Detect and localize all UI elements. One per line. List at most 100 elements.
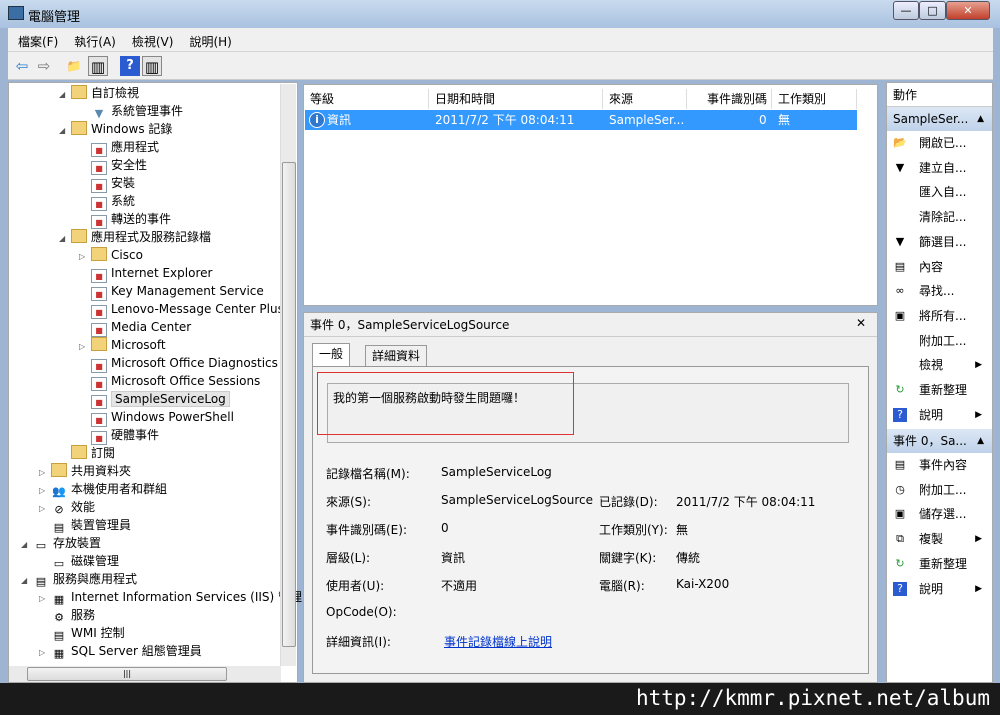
cell-level: 資訊 <box>327 113 352 127</box>
tree-item[interactable]: ⚙ 服務 <box>39 606 95 624</box>
expanded-arrow-icon[interactable]: ◢ <box>21 572 33 590</box>
tree-item[interactable]: ▷ Cisco <box>79 246 143 264</box>
tree-item[interactable]: ▷ 共用資料夾 <box>39 462 131 480</box>
minimize-button[interactable]: — <box>893 1 919 20</box>
tree-item[interactable]: ▭ 磁碟管理 <box>39 552 119 570</box>
actions-section-event[interactable]: 事件 0，Sa... ▲ <box>887 429 992 453</box>
forward-arrow-icon[interactable]: ⇨ <box>34 56 54 76</box>
expanded-arrow-icon[interactable]: ◢ <box>59 122 71 140</box>
action-item[interactable]: ▣ 將所有... <box>887 304 992 328</box>
action-item[interactable]: 📂 開啟已... <box>887 131 992 155</box>
action-item[interactable]: ▼ 篩選目... <box>887 230 992 254</box>
keywords-label: 關鍵字(K): <box>599 551 657 565</box>
menu-file[interactable]: 檔案(F) <box>8 28 64 50</box>
column-source[interactable]: 來源 <box>603 89 687 109</box>
help-icon[interactable]: ? <box>120 56 140 76</box>
action-item[interactable]: ∞ 尋找... <box>887 279 992 303</box>
tree-item[interactable]: ▷ Microsoft <box>79 336 166 354</box>
tree-item[interactable]: ■ Microsoft Office Sessions <box>79 372 261 391</box>
actions-title: 動作 <box>887 83 992 107</box>
tree-item[interactable]: ▷ ⊘ 效能 <box>39 498 95 516</box>
menu-action[interactable]: 執行(A) <box>64 28 122 50</box>
tree-item[interactable]: ■ 安全性 <box>79 156 147 175</box>
table-row[interactable]: i 資訊 2011/7/2 下午 08:04:11 SampleSer... 0… <box>305 110 857 130</box>
action-item[interactable]: ↻ 重新整理 <box>887 552 992 576</box>
tree-item[interactable]: ◢ ▤ 服務與應用程式 <box>21 570 137 588</box>
close-button[interactable]: ✕ <box>946 1 990 20</box>
action-item[interactable]: ? 說明 ▶ <box>887 403 992 427</box>
collapsed-arrow-icon[interactable]: ▷ <box>39 644 51 662</box>
tree-item[interactable]: ■ Microsoft Office Diagnostics <box>79 354 278 373</box>
tree-item[interactable]: 訂閱 <box>59 444 115 462</box>
tree-horizontal-scrollbar[interactable]: ||| <box>9 666 281 682</box>
tree-item[interactable]: ■ 系統 <box>79 192 135 211</box>
expanded-arrow-icon[interactable]: ◢ <box>21 536 33 554</box>
tree-item-label: Cisco <box>111 248 143 262</box>
tree-item-label: Internet Information Services (IIS) 管理 <box>71 590 303 604</box>
maximize-button[interactable]: □ <box>919 1 946 20</box>
action-item[interactable]: ▤ 內容 <box>887 255 992 279</box>
column-task-category[interactable]: 工作類別 <box>772 89 857 109</box>
tree-item[interactable]: ◢ ▭ 存放裝置 <box>21 534 101 552</box>
navigation-tree: ◢ 自訂檢視 ▼ 系統管理事件 ◢ Windows 記錄 ■ 應用程式 ■ 安全性 ■ 安裝 ■ 系統 ■ 轉… <box>8 82 302 683</box>
tree-item[interactable]: ▼ 系統管理事件 <box>79 102 183 120</box>
back-arrow-icon[interactable]: ⇦ <box>12 56 32 76</box>
tree-item[interactable]: ▤ WMI 控制 <box>39 624 125 642</box>
close-details-icon[interactable]: ✕ <box>856 316 866 330</box>
tree-item[interactable]: ◢ 自訂檢視 <box>59 84 139 102</box>
tree-item[interactable]: ■ Key Management Service <box>79 282 264 301</box>
tree-item[interactable]: ■ Lenovo-Message Center Plus/ <box>79 300 288 319</box>
action-item[interactable]: ⧉ 複製 ▶ <box>887 527 992 551</box>
action-item[interactable]: ▤ 事件內容 <box>887 453 992 477</box>
tree-item[interactable]: ▷ ▦ SQL Server 組態管理員 <box>39 642 202 660</box>
tree-item-label: 自訂檢視 <box>91 86 140 100</box>
collapse-icon[interactable]: ▲ <box>977 107 984 131</box>
up-folder-icon[interactable]: 📁 <box>64 56 84 76</box>
tree-item-label: Internet Explorer <box>111 266 213 280</box>
section-label: SampleSer... <box>893 112 969 126</box>
action-item[interactable]: 匯入自... <box>887 180 992 204</box>
action-item[interactable]: ◷ 附加工... <box>887 478 992 502</box>
action-item[interactable]: ↻ 重新整理 <box>887 378 992 402</box>
column-datetime[interactable]: 日期和時間 <box>429 89 603 109</box>
tree-item[interactable]: ■ Internet Explorer <box>79 264 213 283</box>
column-event-id[interactable]: 事件識別碼 <box>687 89 772 109</box>
tree-item[interactable]: ■ 硬體事件 <box>79 426 159 445</box>
log-icon: ■ <box>91 269 107 283</box>
event-log-online-help-link[interactable]: 事件記錄檔線上說明 <box>444 633 552 650</box>
action-item[interactable]: ? 說明 ▶ <box>887 577 992 601</box>
scrollbar-thumb[interactable]: ||| <box>27 667 227 681</box>
show-hide-tree-icon[interactable]: ▥ <box>88 56 108 76</box>
menu-view[interactable]: 檢視(V) <box>122 28 180 50</box>
action-item[interactable]: ▣ 儲存選... <box>887 502 992 526</box>
tree-item[interactable]: ▷ 👥 本機使用者和群組 <box>39 480 167 498</box>
actions-section-log[interactable]: SampleSer... ▲ <box>887 107 992 131</box>
tree-vertical-scrollbar[interactable] <box>280 84 296 666</box>
tree-item[interactable]: ■ 安裝 <box>79 174 135 193</box>
collapse-icon[interactable]: ▲ <box>977 429 984 453</box>
expanded-arrow-icon[interactable]: ◢ <box>59 230 71 248</box>
tree-item[interactable]: ■ Windows PowerShell <box>79 408 234 427</box>
tree-item[interactable]: ■ SampleServiceLog <box>79 390 230 409</box>
tree-item[interactable]: ■ 轉送的事件 <box>79 210 171 229</box>
source-value: SampleServiceLogSource <box>441 493 593 507</box>
section-label: 事件 0，Sa... <box>893 434 967 448</box>
tree-item[interactable]: ◢ 應用程式及服務記錄檔 <box>59 228 211 246</box>
tree-item[interactable]: ▤ 裝置管理員 <box>39 516 131 534</box>
show-hide-action-pane-icon[interactable]: ▥ <box>142 56 162 76</box>
action-item[interactable]: 檢視 ▶ <box>887 353 992 377</box>
action-item[interactable]: 清除記... <box>887 205 992 229</box>
tree-item[interactable]: ◢ Windows 記錄 <box>59 120 172 138</box>
tree-item[interactable]: ■ Media Center <box>79 318 191 337</box>
tab-details[interactable]: 詳細資料 <box>365 345 428 367</box>
column-level[interactable]: 等級 <box>304 89 429 109</box>
tree-item[interactable]: ▷ ▦ Internet Information Services (IIS) 管理 <box>39 588 302 606</box>
expanded-arrow-icon[interactable]: ◢ <box>59 86 71 104</box>
menu-help[interactable]: 說明(H) <box>179 28 237 50</box>
tab-general[interactable]: 一般 <box>312 343 351 367</box>
scrollbar-thumb[interactable] <box>282 162 296 647</box>
action-item[interactable]: 附加工... <box>887 329 992 353</box>
action-item[interactable]: ▼ 建立自... <box>887 156 992 180</box>
tree-item[interactable]: ■ 應用程式 <box>79 138 159 157</box>
tree-item-label: Microsoft Office Sessions <box>111 374 261 388</box>
